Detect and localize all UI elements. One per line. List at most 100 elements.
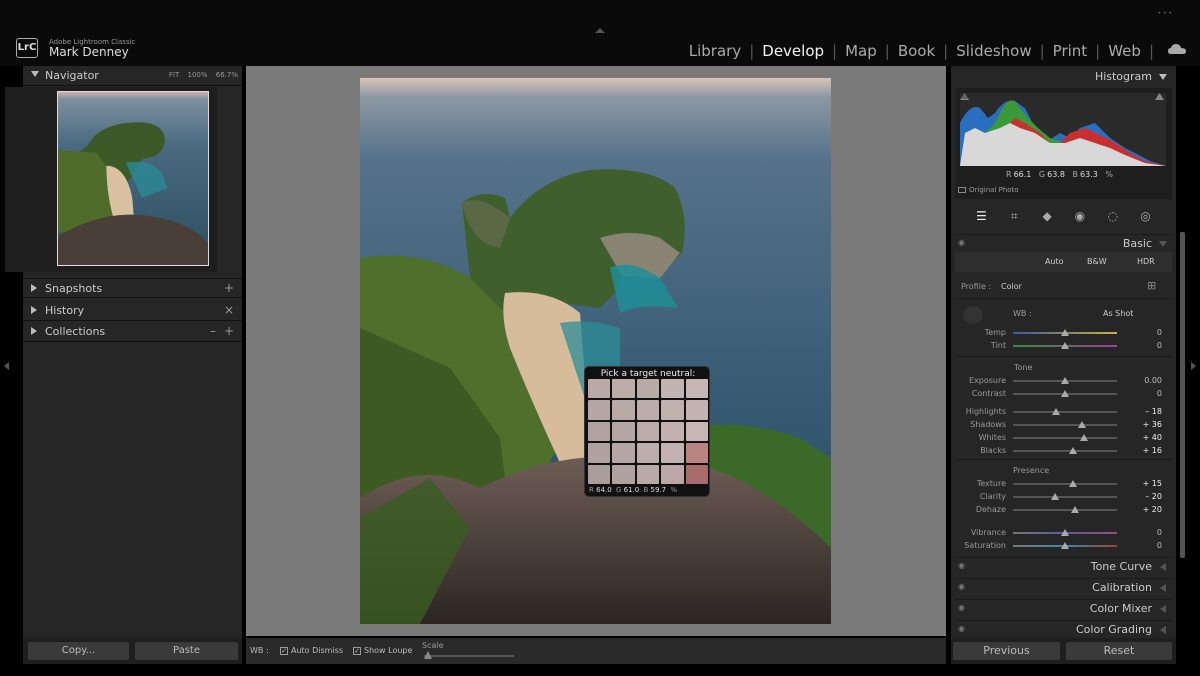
- show-loupe-checkbox[interactable]: ✓ Show Loupe: [353, 646, 412, 655]
- profile-browser-icon[interactable]: ⊞: [1147, 279, 1156, 292]
- right-panel-toggle-icon[interactable]: [1191, 362, 1196, 370]
- wb-eyedropper-icon[interactable]: [963, 306, 983, 324]
- right-panel-scrollbar[interactable]: [1180, 232, 1185, 558]
- hist-g-label: G: [1038, 170, 1046, 179]
- loupe-rgb-readout: R 64.0 G 61.0 B 59.7 %: [589, 486, 677, 494]
- blacks-value[interactable]: + 16: [1132, 446, 1162, 455]
- tint-value[interactable]: 0: [1132, 341, 1162, 350]
- reset-button[interactable]: Reset: [1066, 642, 1172, 660]
- hdr-button[interactable]: HDR: [1137, 257, 1155, 266]
- module-map[interactable]: Map: [843, 42, 879, 60]
- clarity-slider-track[interactable]: [1013, 496, 1117, 498]
- add-collection-icon[interactable]: +: [224, 324, 234, 338]
- histogram-graph[interactable]: [960, 93, 1166, 166]
- hist-g-value: 63.8: [1047, 170, 1065, 179]
- photo-image[interactable]: [360, 78, 831, 624]
- clear-history-icon[interactable]: ×: [224, 303, 234, 317]
- basic-header[interactable]: ◉ Basic: [955, 234, 1172, 252]
- contrast-value[interactable]: 0: [1132, 389, 1162, 398]
- auto-dismiss-checkbox[interactable]: ✓ Auto Dismiss: [280, 646, 343, 655]
- snapshots-header[interactable]: Snapshots +: [23, 278, 242, 298]
- zoom-fit[interactable]: FIT: [169, 71, 179, 79]
- loupe-r-label: R: [589, 486, 594, 494]
- collapse-icon: [1159, 74, 1167, 80]
- highlights-value[interactable]: – 18: [1132, 407, 1162, 416]
- original-photo-toggle[interactable]: Original Photo: [958, 186, 1019, 194]
- loupe-b-value: 59.7: [650, 486, 667, 494]
- texture-value[interactable]: + 15: [1132, 479, 1162, 488]
- clarity-value[interactable]: – 20: [1132, 492, 1162, 501]
- vibrance-value[interactable]: 0: [1132, 528, 1162, 537]
- crop-icon[interactable]: ⌗: [1007, 209, 1021, 223]
- module-slideshow[interactable]: Slideshow: [954, 42, 1033, 60]
- temp-value[interactable]: 0: [1132, 328, 1162, 337]
- add-snapshot-icon[interactable]: +: [224, 281, 234, 295]
- module-library[interactable]: Library: [687, 42, 743, 60]
- eye-icon[interactable]: ◉: [958, 624, 965, 633]
- expand-icon: [31, 284, 37, 292]
- saturation-value[interactable]: 0: [1132, 541, 1162, 550]
- whites-value[interactable]: + 40: [1132, 433, 1162, 442]
- collections-title: Collections: [45, 325, 106, 338]
- module-web[interactable]: Web: [1106, 42, 1143, 60]
- scale-slider-track[interactable]: [424, 655, 514, 657]
- color-grading-title: Color Grading: [1076, 623, 1152, 636]
- collapse-icon: [1159, 241, 1167, 247]
- eye-icon[interactable]: ◉: [958, 603, 965, 612]
- copy-button[interactable]: Copy...: [28, 642, 129, 660]
- texture-slider-track[interactable]: [1013, 483, 1117, 485]
- whites-slider-track[interactable]: [1013, 437, 1117, 439]
- histogram-header[interactable]: Histogram: [955, 68, 1172, 86]
- auto-button[interactable]: Auto: [1045, 257, 1064, 266]
- navigator-thumbnail[interactable]: [57, 91, 209, 266]
- calibration-header[interactable]: ◉ Calibration: [955, 578, 1172, 596]
- highlights-slider-track[interactable]: [1013, 411, 1117, 413]
- left-panel-toggle-icon[interactable]: [4, 362, 9, 370]
- wb-dropdown[interactable]: As Shot: [1103, 309, 1133, 318]
- healing-icon[interactable]: ◆: [1040, 209, 1054, 223]
- bw-button[interactable]: B&W: [1087, 257, 1107, 266]
- loupe-pixel: [612, 464, 635, 484]
- toolbar: WB : ✓ Auto Dismiss ✓ Show Loupe Scale: [246, 638, 946, 664]
- color-grading-header[interactable]: ◉ Color Grading: [955, 620, 1172, 638]
- blacks-slider-track[interactable]: [1013, 450, 1117, 452]
- collections-header[interactable]: Collections – +: [23, 322, 242, 342]
- color-mixer-header[interactable]: ◉ Color Mixer: [955, 599, 1172, 617]
- profile-dropdown[interactable]: Color: [1001, 282, 1022, 291]
- zoom-100[interactable]: 100%: [188, 71, 208, 79]
- module-print[interactable]: Print: [1051, 42, 1090, 60]
- module-book[interactable]: Book: [896, 42, 937, 60]
- tone-curve-header[interactable]: ◉ Tone Curve: [955, 557, 1172, 575]
- remove-collection-icon[interactable]: –: [210, 324, 216, 338]
- dehaze-value[interactable]: + 20: [1132, 505, 1162, 514]
- top-panel-toggle-icon[interactable]: [595, 28, 605, 33]
- paste-button[interactable]: Paste: [135, 642, 238, 660]
- previous-button[interactable]: Previous: [953, 642, 1060, 660]
- eye-icon[interactable]: ◉: [958, 582, 965, 591]
- shadows-value[interactable]: + 36: [1132, 420, 1162, 429]
- dehaze-label: Dehaze: [975, 505, 1006, 514]
- zoom-66[interactable]: 66.7%: [216, 71, 238, 79]
- shadows-slider-track[interactable]: [1013, 424, 1117, 426]
- masking-icon[interactable]: ◌: [1106, 209, 1120, 223]
- contrast-label: Contrast: [971, 389, 1006, 398]
- navigator-zoom-options: FIT 100% 66.7%: [163, 71, 238, 79]
- red-eye-icon[interactable]: ◉: [1073, 209, 1087, 223]
- basic-title: Basic: [1122, 237, 1152, 250]
- loupe-pixel: [661, 421, 684, 442]
- history-header[interactable]: History ×: [23, 301, 242, 321]
- edit-sliders-icon[interactable]: ☰: [974, 209, 988, 223]
- cloud-icon[interactable]: [1168, 44, 1186, 54]
- navigator-header[interactable]: Navigator FIT 100% 66.7%: [23, 66, 242, 86]
- exposure-label: Exposure: [968, 376, 1006, 385]
- exposure-value[interactable]: 0.00: [1132, 376, 1162, 385]
- eye-icon[interactable]: ◉: [958, 238, 965, 247]
- eye-icon[interactable]: ◉: [958, 561, 965, 570]
- auto-dismiss-label: Auto Dismiss: [291, 646, 344, 655]
- module-develop[interactable]: Develop: [760, 42, 826, 60]
- clarity-label: Clarity: [979, 492, 1006, 501]
- profile-label: Profile :: [961, 282, 992, 291]
- dehaze-slider-track[interactable]: [1013, 509, 1117, 511]
- expand-icon: [1160, 626, 1166, 634]
- presets-icon[interactable]: ◎: [1139, 209, 1153, 223]
